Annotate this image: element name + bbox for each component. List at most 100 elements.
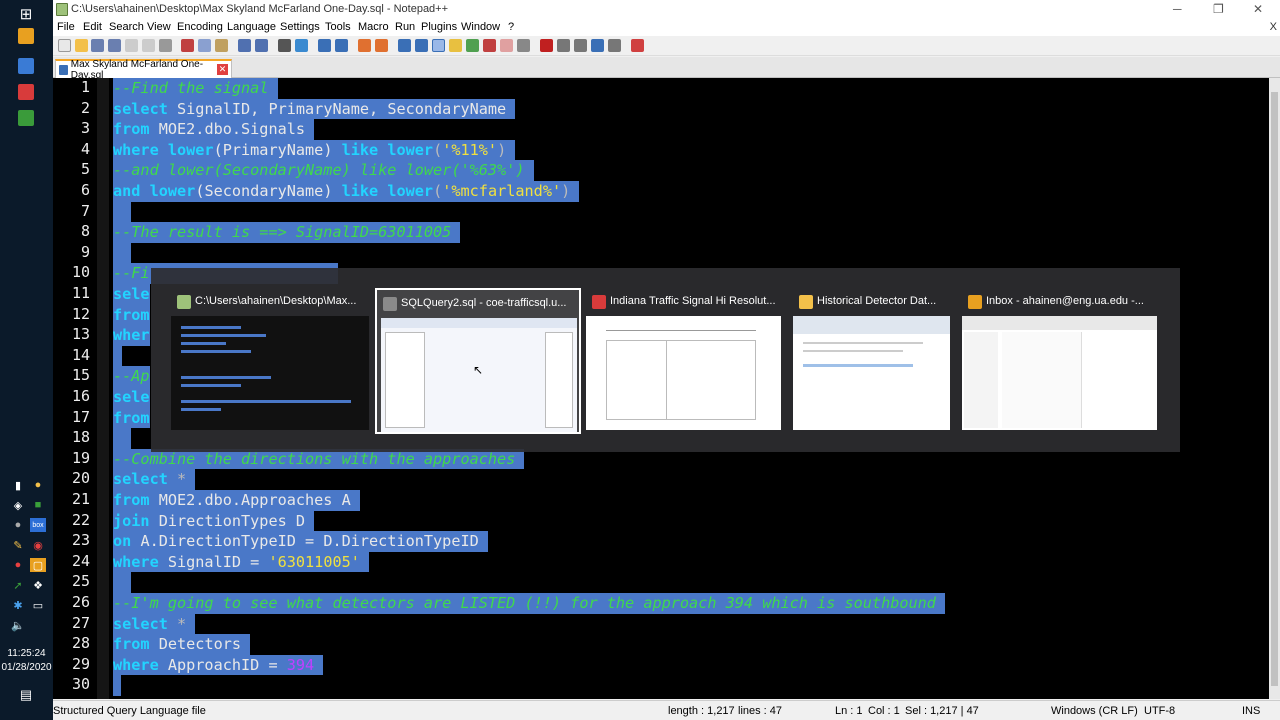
- undo-icon[interactable]: [238, 39, 251, 52]
- menu-plugins[interactable]: Plugins: [421, 21, 457, 33]
- open-file-icon[interactable]: [75, 39, 88, 52]
- close-button[interactable]: ✕: [1253, 2, 1263, 16]
- menu-tools[interactable]: Tools: [325, 21, 351, 33]
- run-macro-multiple-icon[interactable]: [591, 39, 604, 52]
- paste-icon[interactable]: [215, 39, 228, 52]
- redo-icon[interactable]: [255, 39, 268, 52]
- tray-icon[interactable]: ●: [30, 478, 46, 492]
- zoom-in-icon[interactable]: [318, 39, 331, 52]
- switcher-window-outlook[interactable]: Inbox - ahainen@eng.ua.edu -...: [962, 288, 1157, 434]
- taskbar-app-icon[interactable]: [18, 28, 34, 44]
- mail-icon: [799, 295, 813, 309]
- print-icon[interactable]: [159, 39, 172, 52]
- sync-h-icon[interactable]: [375, 39, 388, 52]
- save-macro-icon[interactable]: [608, 39, 621, 52]
- zoom-out-icon[interactable]: [335, 39, 348, 52]
- pdf-icon[interactable]: [18, 84, 34, 100]
- menu-view[interactable]: View: [147, 21, 171, 33]
- code-text: (SecondaryName): [195, 182, 342, 200]
- code-line: --I'm going to see what detectors are LI…: [113, 593, 946, 614]
- menu-help[interactable]: ?: [508, 21, 514, 33]
- switcher-window-notepadpp[interactable]: C:\Users\ahainen\Desktop\Max...: [171, 288, 371, 434]
- menu-edit[interactable]: Edit: [83, 21, 102, 33]
- save-all-icon[interactable]: [108, 39, 121, 52]
- code-line: where lower(PrimaryName) like lower('%11…: [113, 139, 516, 161]
- switcher-window-pdf[interactable]: Indiana Traffic Signal Hi Resolut...: [586, 288, 781, 434]
- start-icon[interactable]: ⊞: [9, 0, 43, 28]
- menu-search[interactable]: Search: [109, 21, 144, 33]
- menu-macro[interactable]: Macro: [358, 21, 389, 33]
- tray-icon[interactable]: ➚: [10, 578, 26, 592]
- spell-check-icon[interactable]: [631, 39, 644, 52]
- menu-window[interactable]: Window: [461, 21, 500, 33]
- menu-settings[interactable]: Settings: [280, 21, 320, 33]
- tray-icon[interactable]: ▢: [30, 558, 46, 572]
- line-number: 14: [71, 345, 90, 364]
- folder-workspace-icon[interactable]: [500, 39, 513, 52]
- find-icon[interactable]: [278, 39, 291, 52]
- taskbar-app-icon[interactable]: [18, 110, 34, 126]
- shield-icon[interactable]: ◈: [10, 498, 26, 512]
- tray-icon[interactable]: ✎: [10, 538, 26, 552]
- tab-document[interactable]: Max Skyland McFarland One-Day.sql ✕: [55, 59, 232, 81]
- line-number: 15: [71, 366, 90, 385]
- switcher-label: SQLQuery2.sql - coe-trafficsql.u...: [401, 297, 567, 309]
- dropbox-icon[interactable]: ❖: [30, 578, 46, 592]
- switcher-window-mail[interactable]: Historical Detector Dat...: [793, 288, 950, 434]
- monitoring-icon[interactable]: [517, 39, 530, 52]
- cut-icon[interactable]: [181, 39, 194, 52]
- indent-guide-icon[interactable]: [432, 39, 445, 52]
- new-file-icon[interactable]: [58, 39, 71, 52]
- taskbar-app-icon[interactable]: [18, 58, 34, 74]
- save-icon[interactable]: [91, 39, 104, 52]
- menu-encoding[interactable]: Encoding: [177, 21, 223, 33]
- window-title: C:\Users\ahainen\Desktop\Max Skyland McF…: [71, 3, 449, 15]
- tab-close-icon[interactable]: ✕: [217, 64, 228, 75]
- tray-icon[interactable]: ●: [10, 518, 26, 532]
- code-function: lower: [378, 182, 434, 200]
- usb-icon[interactable]: ▮: [10, 478, 26, 492]
- stop-macro-icon[interactable]: [557, 39, 570, 52]
- bluetooth-icon[interactable]: ✱: [10, 598, 26, 612]
- code-comment: --Fi: [113, 264, 150, 283]
- minimize-button[interactable]: ─: [1173, 2, 1182, 16]
- word-wrap-icon[interactable]: [398, 39, 411, 52]
- box-icon[interactable]: box: [30, 518, 46, 532]
- maximize-button[interactable]: ❐: [1213, 2, 1224, 16]
- copy-icon[interactable]: [198, 39, 211, 52]
- line-number: 18: [71, 428, 90, 447]
- notifications-icon[interactable]: ▤: [18, 687, 34, 702]
- record-macro-icon[interactable]: [540, 39, 553, 52]
- code-operator: ): [561, 182, 571, 200]
- system-clock[interactable]: 11:25:24 01/28/2020: [0, 647, 53, 675]
- menu-file[interactable]: File: [57, 21, 75, 33]
- close-all-icon[interactable]: [142, 39, 155, 52]
- line-number: 17: [71, 407, 90, 426]
- display-icon[interactable]: ▭: [30, 598, 46, 612]
- sync-v-icon[interactable]: [358, 39, 371, 52]
- menu-language[interactable]: Language: [227, 21, 276, 33]
- chrome-icon[interactable]: ◉: [30, 538, 46, 552]
- vertical-scrollbar[interactable]: [1269, 78, 1280, 699]
- scrollbar-thumb[interactable]: [1271, 92, 1278, 686]
- replace-icon[interactable]: [295, 39, 308, 52]
- volume-icon[interactable]: 🔈: [10, 618, 26, 632]
- window-thumbnail: ↖: [381, 318, 577, 432]
- switcher-window-ssms[interactable]: SQLQuery2.sql - coe-trafficsql.u... ↖: [375, 288, 581, 434]
- play-macro-icon[interactable]: [574, 39, 587, 52]
- function-list-icon[interactable]: [483, 39, 496, 52]
- doc-map-icon[interactable]: [466, 39, 479, 52]
- menu-run[interactable]: Run: [395, 21, 415, 33]
- close-document-icon[interactable]: X: [1270, 21, 1277, 33]
- fold-margin[interactable]: [97, 78, 109, 699]
- code-operator: *: [167, 614, 187, 633]
- window-thumbnail: [962, 316, 1157, 430]
- close-file-icon[interactable]: [125, 39, 138, 52]
- lang-icon[interactable]: [449, 39, 462, 52]
- tray-icon[interactable]: ■: [30, 498, 46, 512]
- tray-icon[interactable]: ●: [10, 558, 26, 572]
- status-mode: INS: [1242, 705, 1261, 717]
- code-string: '%11%': [442, 140, 498, 159]
- show-all-chars-icon[interactable]: [415, 39, 428, 52]
- window-switcher: C:\Users\ahainen\Desktop\Max... SQLQuery…: [151, 268, 1180, 452]
